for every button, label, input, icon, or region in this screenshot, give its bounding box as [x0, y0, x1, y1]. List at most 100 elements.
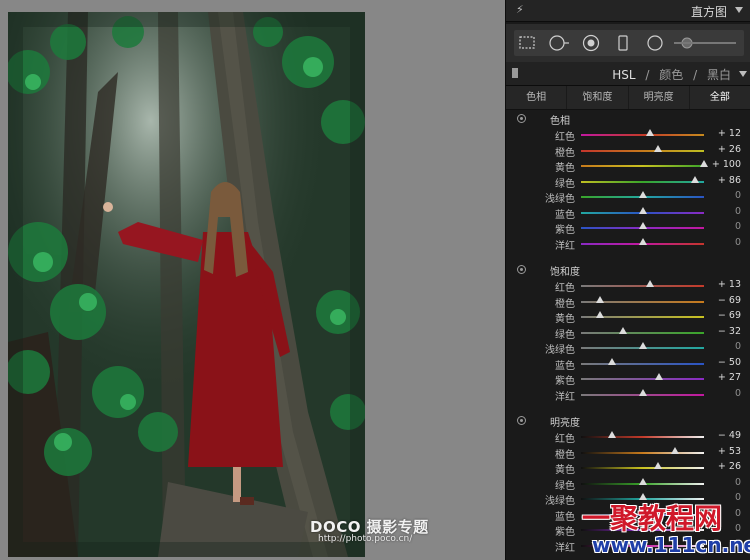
tab-color[interactable]: 颜色: [659, 68, 683, 82]
graduated-filter-icon[interactable]: [610, 30, 636, 56]
site-watermark-url: www.111cn.net: [592, 533, 750, 557]
histogram-title: 直方图: [690, 5, 727, 19]
slider-value[interactable]: + 12: [718, 128, 741, 139]
slider-knob[interactable]: [608, 431, 617, 438]
slider-track[interactable]: [581, 436, 704, 438]
slider-row: 黄色 + 100: [506, 158, 750, 174]
radial-filter-icon[interactable]: [642, 30, 668, 56]
slider-row: 绿色 0: [506, 476, 750, 492]
collapse-triangle-icon[interactable]: [735, 7, 743, 13]
slider-knob[interactable]: [700, 160, 708, 167]
slider-value[interactable]: − 69: [718, 295, 741, 306]
slider-label: 黄色: [555, 465, 575, 476]
slider-value[interactable]: + 13: [718, 279, 741, 290]
site-watermark: 一聚教程网 www.111cn.net: [560, 497, 750, 560]
slider-knob[interactable]: [638, 477, 647, 485]
hsl-panel-header: HSL / 颜色 / 黑白: [506, 62, 750, 86]
slider-value[interactable]: + 86: [718, 175, 741, 186]
slider-knob[interactable]: [638, 191, 647, 198]
slider-row: 橙色 + 53: [506, 445, 750, 461]
red-eye-icon[interactable]: [578, 30, 604, 56]
photo-preview: [8, 12, 365, 557]
slider-track[interactable]: [581, 362, 704, 365]
slider-label: 橙色: [555, 449, 575, 461]
slider-track[interactable]: [581, 451, 704, 454]
slider-row: 洋红 0: [506, 236, 750, 252]
slider-value[interactable]: 0: [735, 221, 741, 232]
sub-tab-luminance[interactable]: 明亮度: [629, 86, 690, 109]
slider-knob[interactable]: [638, 222, 647, 229]
slider-value[interactable]: 0: [735, 477, 741, 488]
slider-knob[interactable]: [645, 129, 654, 136]
slider-value[interactable]: − 50: [718, 357, 741, 368]
slider-knob[interactable]: [618, 326, 627, 334]
collapse-triangle-icon[interactable]: [739, 71, 747, 77]
slider-label: 浅绿色: [545, 345, 575, 356]
slider-knob[interactable]: [596, 311, 605, 318]
slider-knob[interactable]: [638, 342, 647, 349]
histogram-header[interactable]: ⚡ 直方图: [506, 0, 750, 22]
slider-label: 黄色: [555, 314, 575, 325]
slider-knob[interactable]: [638, 237, 647, 245]
slider-knob[interactable]: [638, 206, 647, 214]
slider-value[interactable]: + 53: [718, 446, 741, 457]
slider-value[interactable]: 0: [735, 388, 741, 399]
slider-value[interactable]: − 32: [718, 326, 741, 337]
sub-tab-all[interactable]: 全部: [690, 86, 750, 109]
slider-value[interactable]: 0: [735, 341, 741, 352]
slider-label: 绿色: [555, 480, 575, 492]
spot-removal-icon[interactable]: [546, 30, 572, 56]
slider-knob[interactable]: [654, 462, 663, 469]
slider-knob[interactable]: [654, 144, 663, 152]
slider-track[interactable]: [581, 134, 704, 136]
slider-row: 红色 + 13: [506, 278, 750, 294]
crop-overlay-icon[interactable]: [514, 30, 540, 56]
slider-track[interactable]: [581, 165, 704, 167]
sub-tab-saturation[interactable]: 饱和度: [567, 86, 629, 109]
section-title: 明亮度: [550, 418, 580, 429]
slider-label: 橙色: [555, 147, 575, 159]
target-adjust-icon[interactable]: [517, 416, 526, 425]
slider-value[interactable]: + 26: [718, 461, 741, 472]
tab-separator: /: [645, 68, 650, 82]
slider-value[interactable]: + 100: [712, 159, 741, 170]
slider-track[interactable]: [581, 331, 704, 334]
slider-row: 浅绿色 0: [506, 340, 750, 356]
tab-bw[interactable]: 黑白: [707, 68, 731, 82]
slider-knob[interactable]: [607, 357, 616, 365]
slider-track[interactable]: [581, 285, 704, 287]
slider-track[interactable]: [581, 180, 704, 183]
slider-value[interactable]: + 27: [718, 372, 741, 383]
slider-value[interactable]: − 69: [718, 310, 741, 321]
slider-knob[interactable]: [596, 295, 605, 303]
tab-hsl[interactable]: HSL: [612, 68, 635, 82]
slider-row: 红色 − 49: [506, 429, 750, 445]
slider-track[interactable]: [581, 378, 704, 380]
panel-toggle-icon[interactable]: [512, 68, 518, 78]
slider-value[interactable]: 0: [735, 190, 741, 201]
brush-size-track[interactable]: [674, 42, 736, 44]
slider-knob[interactable]: [691, 175, 700, 183]
slider-track[interactable]: [581, 467, 704, 469]
slider-value[interactable]: 0: [735, 206, 741, 217]
slider-label: 蓝色: [555, 360, 575, 372]
slider-label: 绿色: [555, 329, 575, 341]
slider-knob[interactable]: [646, 280, 655, 287]
target-adjust-icon[interactable]: [517, 114, 526, 123]
slider-knob[interactable]: [655, 373, 664, 380]
slider-knob[interactable]: [671, 446, 680, 454]
target-adjust-icon[interactable]: [517, 265, 526, 274]
slider-row: 黄色 − 69: [506, 309, 750, 325]
sub-tab-hue[interactable]: 色相: [506, 86, 568, 109]
slider-value[interactable]: + 26: [718, 144, 741, 155]
slider-label: 橙色: [555, 298, 575, 310]
slider-track[interactable]: [581, 149, 704, 152]
slider-knob[interactable]: [638, 388, 647, 396]
tab-separator: /: [693, 68, 698, 82]
slider-value[interactable]: − 49: [718, 430, 741, 441]
section-title: 色相: [550, 116, 570, 127]
slider-row: 黄色 + 26: [506, 460, 750, 476]
forest-photo: [8, 12, 365, 557]
slider-value[interactable]: 0: [735, 237, 741, 248]
slider-label: 红色: [555, 283, 575, 294]
